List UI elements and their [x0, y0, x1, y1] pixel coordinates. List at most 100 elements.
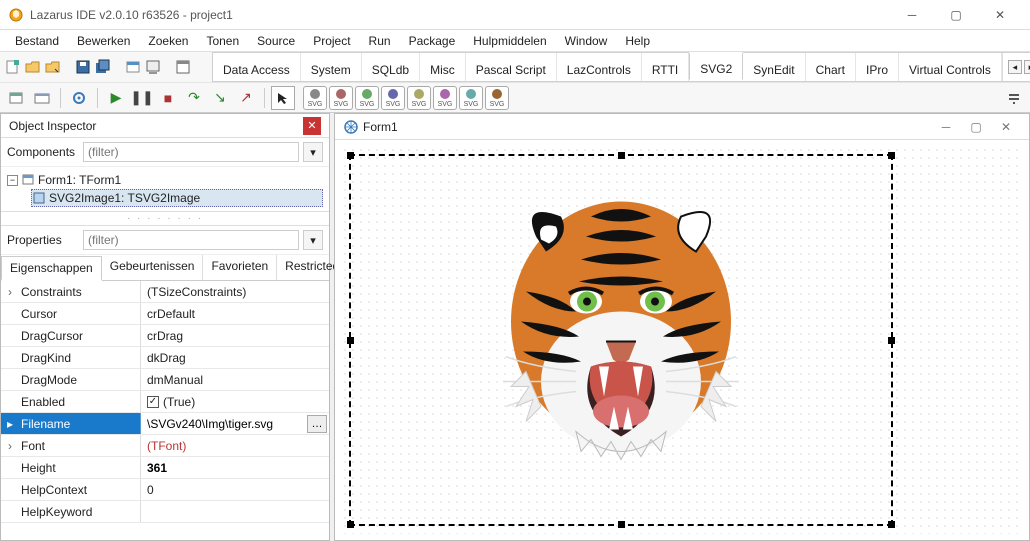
- tab-svg2[interactable]: SVG2: [689, 52, 743, 80]
- menu-hulpmiddelen[interactable]: Hulpmiddelen: [464, 32, 555, 50]
- tab-synedit[interactable]: SynEdit: [743, 53, 805, 81]
- filename-browse-button[interactable]: …: [307, 415, 327, 433]
- prop-row-constraints[interactable]: ›Constraints(TSizeConstraints): [1, 281, 329, 303]
- components-label: Components: [7, 145, 79, 159]
- menu-bewerken[interactable]: Bewerken: [68, 32, 139, 50]
- menu-zoeken[interactable]: Zoeken: [139, 32, 197, 50]
- component-svg-4[interactable]: SVG: [381, 86, 405, 110]
- property-grid: ›Constraints(TSizeConstraints) CursorcrD…: [1, 281, 329, 540]
- maximize-button[interactable]: ▢: [934, 0, 978, 29]
- component-palette: Data Access System SQLdb Misc Pascal Scr…: [212, 52, 1030, 82]
- prop-row-cursor[interactable]: CursorcrDefault: [1, 303, 329, 325]
- menu-source[interactable]: Source: [248, 32, 304, 50]
- prop-row-dragmode[interactable]: DragModedmManual: [1, 369, 329, 391]
- resize-handle[interactable]: [347, 337, 354, 344]
- menu-help[interactable]: Help: [616, 32, 659, 50]
- menu-bestand[interactable]: Bestand: [6, 32, 68, 50]
- resize-handle[interactable]: [618, 521, 625, 528]
- component-svg-8[interactable]: SVG: [485, 86, 509, 110]
- components-filter-button[interactable]: ▾: [303, 142, 323, 162]
- tab-misc[interactable]: Misc: [420, 53, 466, 81]
- tab-data-access[interactable]: Data Access: [213, 53, 301, 81]
- tab-sqldb[interactable]: SQLdb: [362, 53, 420, 81]
- tab-chart[interactable]: Chart: [806, 53, 856, 81]
- palette-selector-arrow[interactable]: [271, 86, 295, 110]
- tab-eigenschappen[interactable]: Eigenschappen: [1, 256, 102, 281]
- menu-tonen[interactable]: Tonen: [197, 32, 248, 50]
- step-over-button[interactable]: ↷: [182, 86, 206, 110]
- open-button[interactable]: [24, 55, 42, 79]
- resize-handle[interactable]: [888, 521, 895, 528]
- toggle-form-unit-button[interactable]: [144, 55, 162, 79]
- prop-row-font[interactable]: ›Font(TFont): [1, 435, 329, 457]
- properties-filter-input[interactable]: [83, 230, 299, 250]
- tab-virtual-controls[interactable]: Virtual Controls: [899, 53, 1002, 81]
- stop-button[interactable]: ■: [156, 86, 180, 110]
- open-recent-button[interactable]: [44, 55, 62, 79]
- window-title: Lazarus IDE v2.0.10 r63526 - project1: [30, 8, 890, 22]
- view-units-button[interactable]: [174, 55, 192, 79]
- prop-row-helpcontext[interactable]: HelpContext0: [1, 479, 329, 501]
- minimize-button[interactable]: ─: [890, 0, 934, 29]
- form-maximize-button[interactable]: ▢: [961, 120, 991, 134]
- tree-item-svg2image1[interactable]: SVG2Image1: TSVG2Image: [31, 189, 323, 207]
- view-forms-button[interactable]: [4, 86, 28, 110]
- component-svg-5[interactable]: SVG: [407, 86, 431, 110]
- resize-handle[interactable]: [347, 521, 354, 528]
- prop-row-height[interactable]: Height361: [1, 457, 329, 479]
- tree-expand-icon[interactable]: −: [7, 175, 18, 186]
- component-svg-6[interactable]: SVG: [433, 86, 457, 110]
- new-unit-button[interactable]: [4, 55, 22, 79]
- svg-image-icon: [32, 191, 46, 205]
- component-svg-1[interactable]: SVG: [303, 86, 327, 110]
- menu-window[interactable]: Window: [556, 32, 617, 50]
- menu-project[interactable]: Project: [304, 32, 359, 50]
- prop-row-enabled[interactable]: Enabled✓(True): [1, 391, 329, 413]
- run-button[interactable]: ▶: [104, 86, 128, 110]
- pause-button[interactable]: ❚❚: [130, 86, 154, 110]
- form-icon: [21, 173, 35, 187]
- tree-item-form1[interactable]: − Form1: TForm1: [7, 171, 323, 189]
- resize-handle[interactable]: [347, 152, 354, 159]
- prop-row-dragkind[interactable]: DragKinddkDrag: [1, 347, 329, 369]
- prop-row-filename[interactable]: ▸Filename\SVGv240\Img\tiger.svg…: [1, 413, 329, 435]
- component-svg-7[interactable]: SVG: [459, 86, 483, 110]
- menu-package[interactable]: Package: [400, 32, 465, 50]
- resize-handle[interactable]: [618, 152, 625, 159]
- tab-ipro[interactable]: IPro: [856, 53, 899, 81]
- properties-filter-button[interactable]: ▾: [303, 230, 323, 250]
- tab-lazcontrols[interactable]: LazControls: [557, 53, 642, 81]
- tab-favorieten[interactable]: Favorieten: [203, 255, 277, 280]
- components-filter-input[interactable]: [83, 142, 299, 162]
- selection-rect[interactable]: [349, 154, 893, 526]
- close-button[interactable]: ✕: [978, 0, 1022, 29]
- design-canvas[interactable]: [341, 146, 1023, 534]
- inspector-title: Object Inspector: [9, 119, 303, 133]
- splitter[interactable]: · · · · · · · ·: [1, 212, 329, 226]
- tab-system[interactable]: System: [301, 53, 362, 81]
- palette-scroll-right[interactable]: ▸: [1024, 60, 1030, 74]
- form-minimize-button[interactable]: ─: [931, 120, 961, 134]
- prop-row-helpkeyword[interactable]: HelpKeyword: [1, 501, 329, 523]
- form-close-button[interactable]: ✕: [991, 120, 1021, 134]
- palette-options-button[interactable]: [1002, 86, 1026, 110]
- save-all-button[interactable]: [94, 55, 112, 79]
- component-svg-3[interactable]: SVG: [355, 86, 379, 110]
- new-form-button[interactable]: [124, 55, 142, 79]
- tab-rtti[interactable]: RTTI: [642, 53, 689, 81]
- resize-handle[interactable]: [888, 337, 895, 344]
- component-svg-2[interactable]: SVG: [329, 86, 353, 110]
- tab-gebeurtenissen[interactable]: Gebeurtenissen: [102, 255, 204, 280]
- palette-scroll-left[interactable]: ◂: [1008, 60, 1022, 74]
- inspector-close-button[interactable]: ✕: [303, 117, 321, 135]
- menu-run[interactable]: Run: [360, 32, 400, 50]
- save-button[interactable]: [74, 55, 92, 79]
- step-out-button[interactable]: ↗: [234, 86, 258, 110]
- prop-row-dragcursor[interactable]: DragCursorcrDrag: [1, 325, 329, 347]
- toolbars: Data Access System SQLdb Misc Pascal Scr…: [0, 52, 1030, 113]
- tab-pascal-script[interactable]: Pascal Script: [466, 53, 557, 81]
- resize-handle[interactable]: [888, 152, 895, 159]
- settings-button[interactable]: [67, 86, 91, 110]
- manage-desktops-button[interactable]: [30, 86, 54, 110]
- step-into-button[interactable]: ↘: [208, 86, 232, 110]
